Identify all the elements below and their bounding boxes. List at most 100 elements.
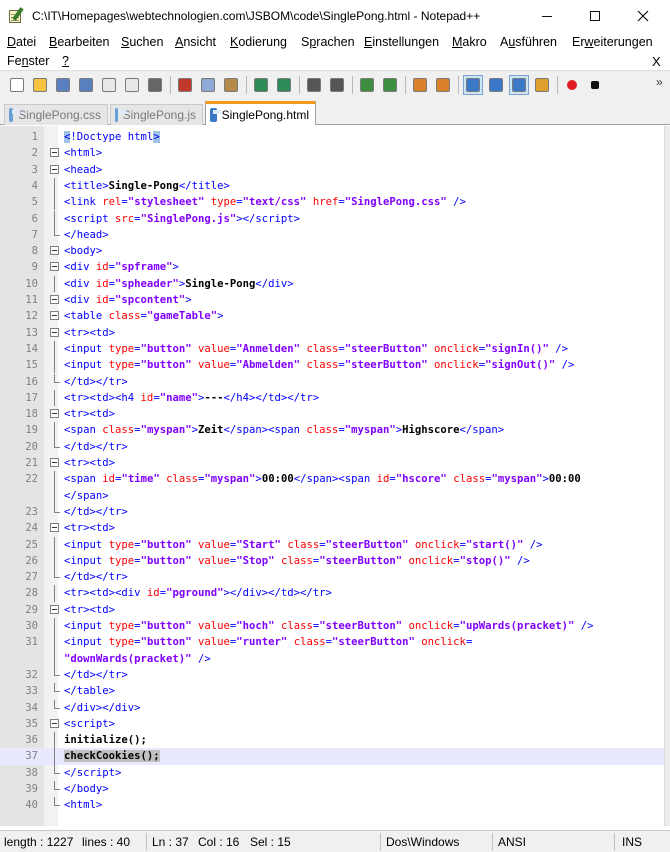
fold-toggle-icon[interactable] [50,311,59,321]
code-line[interactable]: 19 <span class="myspan">Zeit</span><span … [0,422,664,439]
code-line[interactable]: 27 </td></tr> [0,569,664,585]
minimize-button[interactable] [524,0,570,32]
code-line[interactable]: 18 <tr><td> [0,406,664,422]
code-line[interactable]: 9 <div id="spframe"> [0,259,664,275]
code-line[interactable]: 10 <div id="spheader">Single-Pong</div> [0,275,664,292]
zoom-in-icon[interactable] [358,76,376,94]
save-icon[interactable] [54,76,72,94]
fold-toggle-icon[interactable] [50,295,59,304]
menu-item[interactable]: Bearbeiten [49,35,109,49]
code-line[interactable]: 30 <input type="button" value="hoch" clas… [0,618,664,635]
code-line[interactable]: 2 <html> [0,145,664,161]
fold-toggle-icon[interactable] [50,523,59,533]
code-line[interactable]: 16 </td></tr> [0,373,664,390]
fold-toggle-icon[interactable] [50,718,59,728]
code-line[interactable]: 20 </td></tr> [0,438,664,455]
copy-icon[interactable] [199,76,217,94]
zoom-out-icon[interactable] [381,76,399,94]
sync-horizontal-icon[interactable] [434,76,452,94]
sync-vertical-icon[interactable] [411,76,429,94]
code-line[interactable]: 22 <span id="time" class="myspan">00:00</… [0,471,664,488]
code-line[interactable]: 13 <tr><td> [0,325,664,341]
code-line[interactable]: 33 </table> [0,683,664,699]
undo-icon[interactable] [252,76,270,94]
save-all-icon[interactable] [77,76,95,94]
code-line[interactable]: 11 <div id="spcontent"> [0,292,664,308]
code-line[interactable]: 26 <input type="button" value="Stop" clas… [0,552,664,570]
show-all-chars-icon[interactable] [487,76,505,94]
fold-toggle-icon[interactable] [50,458,59,467]
redo-icon[interactable] [275,76,293,94]
code-line[interactable]: 34 </div></div> [0,699,664,716]
code-line[interactable]: "downWards(pracket)" /> [0,650,664,667]
maximize-button[interactable] [572,0,618,32]
code-line[interactable]: 1 <!Doctype html> [0,129,664,145]
close-button[interactable] [620,0,666,32]
file-tab[interactable]: SinglePong.js [110,104,203,125]
fold-toggle-icon[interactable] [50,262,59,272]
code-line[interactable]: 5 <link rel="stylesheet" type="text/css" … [0,194,664,211]
menu-item[interactable]: Suchen [121,35,163,49]
paste-icon[interactable] [222,76,240,94]
menu-item[interactable]: Makro [452,35,487,49]
new-file-icon[interactable] [8,76,26,94]
code-line[interactable]: 35 <script> [0,716,664,732]
menu-item[interactable]: Fenster [7,54,49,68]
menu-item[interactable]: Ausführen [500,35,557,49]
file-tab[interactable]: SinglePong.css [4,104,108,125]
code-line[interactable]: 29 <tr><td> [0,602,664,618]
code-line[interactable]: 39 </body> [0,781,664,797]
close-all-icon[interactable] [123,76,141,94]
file-tab[interactable]: SinglePong.html [205,101,316,125]
cut-icon[interactable] [176,76,194,94]
code-line[interactable]: 3 <head> [0,162,664,178]
code-line[interactable]: 25 <input type="button" value="Start" cla… [0,536,664,553]
fold-toggle-icon[interactable] [50,327,59,337]
code-line[interactable]: 15 <input type="button" value="Abmelden" … [0,357,664,374]
menu-item[interactable]: Erweiterungen [572,35,653,49]
fold-toggle-icon[interactable] [50,409,59,419]
close-document-button[interactable]: X [652,54,661,69]
close-icon[interactable] [100,76,118,94]
menu-item[interactable]: ? [62,54,69,68]
toolbar-overflow-icon[interactable]: » [656,75,663,89]
title-bar[interactable]: C:\IT\Homepages\webtechnologien.com\JSBO… [0,0,670,32]
code-line[interactable]: 21 <tr><td> [0,455,664,471]
code-editor[interactable]: 1 <!Doctype html> 2 <html> 3 <head> 4 <title>Si… [0,126,670,826]
find-icon[interactable] [305,76,323,94]
code-line[interactable]: 4 <title>Single-Pong</title> [0,177,664,195]
stop-record-icon[interactable] [586,76,604,94]
code-line[interactable]: </span> [0,487,664,504]
menu-item[interactable]: Sprachen [301,35,355,49]
vertical-scrollbar[interactable] [664,126,670,826]
fold-toggle-icon[interactable] [50,246,59,256]
code-line[interactable]: 23 </td></tr> [0,503,664,520]
indent-guide-icon[interactable] [509,74,529,95]
menu-item[interactable]: Kodierung [230,35,287,49]
menu-item[interactable]: Datei [7,35,36,49]
code-line[interactable]: 14 <input type="button" value="Anmelden" … [0,340,664,358]
code-line[interactable]: 36 initialize(); [0,732,664,749]
open-file-icon[interactable] [31,76,49,94]
print-icon[interactable] [146,76,164,94]
word-wrap-icon[interactable] [463,74,483,95]
menu-item[interactable]: Einstellungen [364,35,439,49]
code-line[interactable]: 37 checkCookies(); [0,748,664,765]
code-line[interactable]: 6 <script src="SinglePong.js"></script> [0,210,664,227]
fold-toggle-icon[interactable] [50,604,59,614]
code-line[interactable]: 7 </head> [0,226,664,243]
doc-map-icon[interactable] [533,76,551,94]
fold-toggle-icon[interactable] [50,164,59,174]
code-line[interactable]: 31 <input type="button" value="runter" cl… [0,634,664,651]
menu-item[interactable]: Ansicht [175,35,216,49]
code-line[interactable]: 40 <html> [0,797,664,813]
code-line[interactable]: 32 </td></tr> [0,666,664,683]
replace-icon[interactable] [328,76,346,94]
code-line[interactable]: 8 <body> [0,243,664,259]
fold-toggle-icon[interactable] [50,148,59,158]
code-line[interactable]: 17 <tr><td><h4 id="name">---</h4></td></t… [0,389,664,407]
record-macro-icon[interactable] [563,76,581,94]
code-line[interactable]: 12 <table class="gameTable"> [0,308,664,324]
code-line[interactable]: 28 <tr><td><div id="pground"></div></td><… [0,585,664,602]
code-line[interactable]: 38 </script> [0,764,664,781]
